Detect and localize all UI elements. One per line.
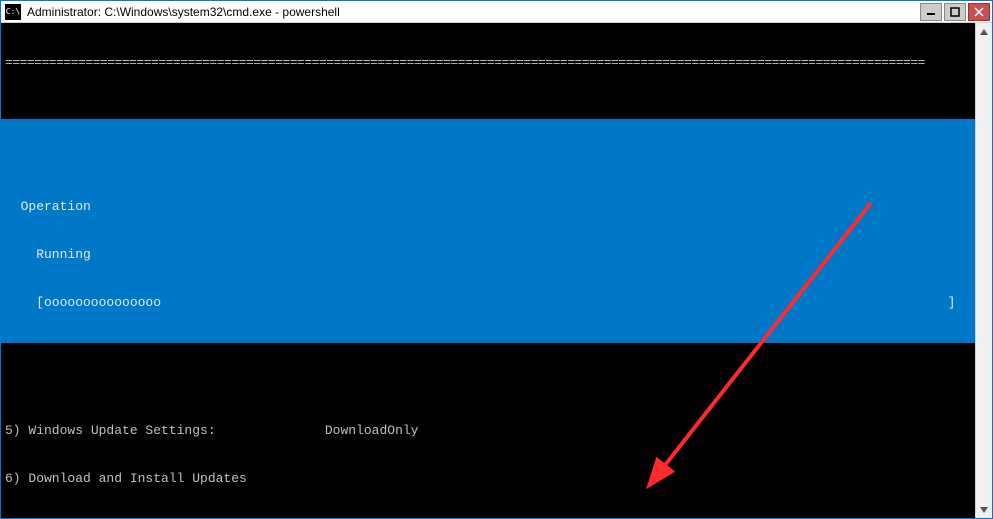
console-content[interactable]: ========================================… — [1, 23, 975, 518]
minimize-icon — [926, 7, 936, 17]
minimize-button[interactable] — [920, 3, 942, 21]
divider-line: ========================================… — [1, 55, 975, 71]
progress-block: Operation Running [ooooooooooooooo ] — [1, 119, 975, 343]
cmd-window: C:\ Administrator: C:\Windows\system32\c… — [0, 0, 993, 519]
chevron-down-icon — [980, 507, 988, 513]
window-title: Administrator: C:\Windows\system32\cmd.e… — [25, 5, 920, 19]
vertical-scrollbar[interactable] — [975, 23, 992, 518]
console-area: ========================================… — [1, 23, 992, 518]
sconfig-menu: 5) Windows Update Settings: DownloadOnly… — [1, 391, 975, 518]
app-icon: C:\ — [5, 4, 21, 20]
scroll-down-button[interactable] — [976, 501, 992, 518]
progress-bar-end: ] — [161, 295, 971, 311]
scroll-up-button[interactable] — [976, 23, 992, 40]
titlebar[interactable]: C:\ Administrator: C:\Windows\system32\c… — [1, 1, 992, 23]
menu-item-6: 6) Download and Install Updates — [5, 471, 971, 487]
progress-bar: [ooooooooooooooo ] — [5, 295, 971, 311]
scroll-track[interactable] — [976, 40, 992, 501]
maximize-icon — [950, 7, 960, 17]
chevron-up-icon — [980, 29, 988, 35]
close-button[interactable] — [968, 3, 990, 21]
progress-operation-label: Operation — [5, 199, 971, 215]
progress-blank — [5, 151, 971, 167]
close-icon — [974, 7, 984, 17]
window-controls — [920, 3, 992, 21]
progress-bar-fill: [ooooooooooooooo — [5, 295, 161, 311]
menu-item-5: 5) Windows Update Settings: DownloadOnly — [5, 423, 971, 439]
maximize-button[interactable] — [944, 3, 966, 21]
progress-status: Running — [5, 247, 971, 263]
